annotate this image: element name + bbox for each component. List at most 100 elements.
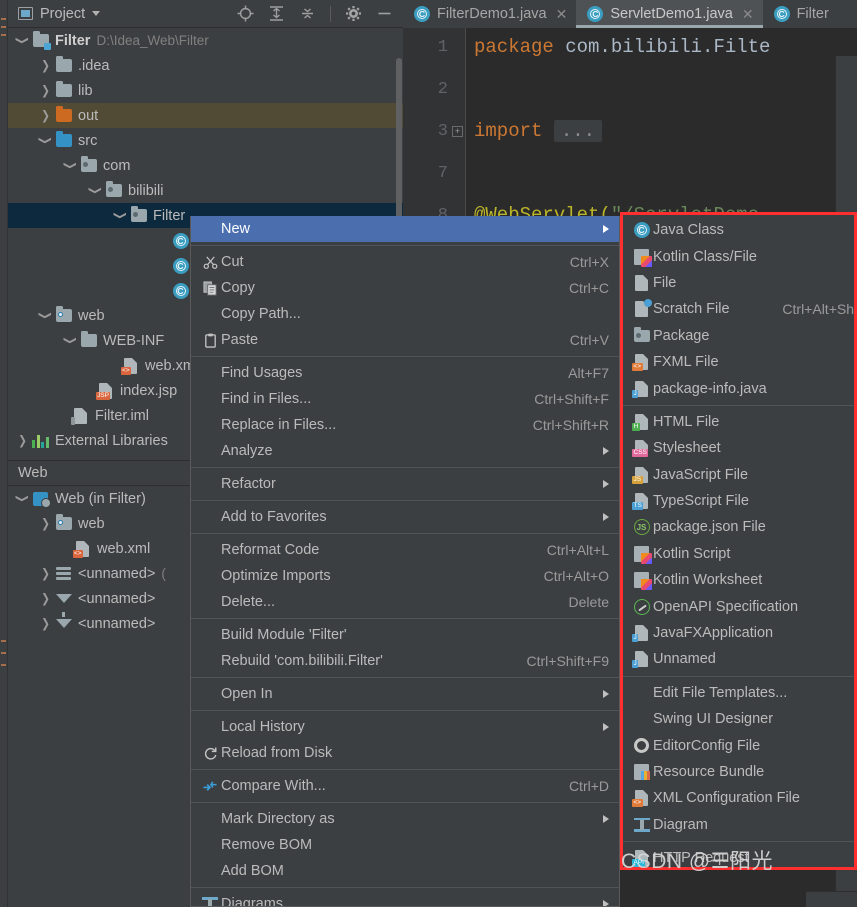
menu-item-add-to-favorites[interactable]: Add to Favorites (191, 504, 619, 530)
submenu-item-kotlin-class-file[interactable]: Kotlin Class/File (623, 243, 854, 269)
submenu-item-package-json-file[interactable]: JS package.json File (623, 514, 854, 540)
expand-arrow-icon[interactable] (37, 567, 54, 580)
submenu-item-kotlin-script[interactable]: Kotlin Script (623, 541, 854, 567)
tab-filterdemo1[interactable]: C FilterDemo1.java ✕ (403, 0, 576, 28)
submenu-item-diagram[interactable]: Diagram (623, 812, 854, 838)
expand-arrow-icon[interactable] (87, 184, 104, 197)
new-submenu[interactable]: C Java Class Kotlin Class/File File Scra… (620, 212, 857, 870)
locate-icon[interactable] (237, 5, 254, 22)
menu-item-cut[interactable]: Cut Ctrl+X (191, 249, 619, 275)
expand-arrow-icon[interactable] (37, 84, 54, 97)
submenu-item-scratch-file[interactable]: Scratch File Ctrl+Alt+Sh (623, 296, 854, 322)
menu-item-paste[interactable]: Paste Ctrl+V (191, 327, 619, 353)
close-icon[interactable]: ✕ (742, 6, 754, 23)
menu-separator (191, 533, 619, 534)
expand-arrow-icon[interactable] (37, 592, 54, 605)
expand-all-icon[interactable] (268, 5, 285, 22)
expand-arrow-icon[interactable] (14, 492, 31, 505)
expand-arrow-icon[interactable] (14, 434, 31, 447)
submenu-item-unnamed[interactable]: J Unnamed (623, 646, 854, 672)
submenu-arrow-icon (603, 480, 609, 488)
menu-item-mark-directory-as[interactable]: Mark Directory as (191, 806, 619, 832)
submenu-item-stylesheet[interactable]: CSS Stylesheet (623, 435, 854, 461)
menu-item-build-module[interactable]: Build Module 'Filter' (191, 622, 619, 648)
menu-item-refactor[interactable]: Refactor (191, 471, 619, 497)
expand-arrow-icon[interactable] (37, 517, 54, 530)
expand-arrow-icon[interactable] (37, 109, 54, 122)
menu-label: Reformat Code (221, 542, 320, 558)
diagram-icon (199, 897, 221, 906)
submenu-item-javafxapplication[interactable]: J JavaFXApplication (623, 620, 854, 646)
tree-row-out[interactable]: out (8, 103, 403, 128)
submenu-item-java-class[interactable]: C Java Class (623, 217, 854, 243)
menu-item-open-in[interactable]: Open In (191, 681, 619, 707)
submenu-item-kotlin-worksheet[interactable]: Kotlin Worksheet (623, 567, 854, 593)
chevron-down-icon[interactable] (92, 11, 101, 16)
menu-item-copy[interactable]: Copy Ctrl+C (191, 275, 619, 301)
menu-item-find-in-files[interactable]: Find in Files... Ctrl+Shift+F (191, 386, 619, 412)
submenu-label: EditorConfig File (653, 737, 761, 754)
submenu-arrow-icon (603, 690, 609, 698)
submenu-item-file[interactable]: File (623, 270, 854, 296)
menu-item-find-usages[interactable]: Find Usages Alt+F7 (191, 360, 619, 386)
tab-filter[interactable]: C Filter (763, 0, 838, 28)
submenu-item-resource-bundle[interactable]: Resource Bundle (623, 759, 854, 785)
tab-servletdemo1[interactable]: C ServletDemo1.java ✕ (576, 0, 763, 28)
submenu-item-typescript-file[interactable]: TS TypeScript File (623, 488, 854, 514)
menu-item-compare-with[interactable]: Compare With... Ctrl+D (191, 773, 619, 799)
expand-arrow-icon[interactable] (37, 309, 54, 322)
submenu-item-xml-configuration-file[interactable]: <> XML Configuration File (623, 785, 854, 811)
expand-arrow-icon[interactable] (112, 209, 129, 222)
menu-item-analyze[interactable]: Analyze (191, 438, 619, 464)
collapse-all-icon[interactable] (299, 5, 316, 22)
menu-item-optimize-imports[interactable]: Optimize Imports Ctrl+Alt+O (191, 563, 619, 589)
tree-label: <unnamed> (78, 565, 156, 582)
submenu-item-fxml-file[interactable]: <> FXML File (623, 349, 854, 375)
tree-row-src[interactable]: src (8, 128, 403, 153)
tree-row-filter-root[interactable]: Filter D:\Idea_Web\Filter (8, 28, 403, 53)
folder-grey-icon (79, 331, 98, 347)
menu-label: Rebuild 'com.bilibili.Filter' (221, 653, 383, 669)
folded-imports[interactable]: ... (553, 120, 603, 142)
menu-item-diagrams[interactable]: Diagrams (191, 891, 619, 907)
tree-label: Filter (153, 207, 186, 224)
code-fold-icon[interactable]: + (452, 126, 463, 137)
tree-row-bilibili[interactable]: bilibili (8, 178, 403, 203)
gear-icon[interactable] (345, 5, 362, 22)
menu-item-reformat-code[interactable]: Reformat Code Ctrl+Alt+L (191, 537, 619, 563)
menu-label: Diagrams (221, 896, 284, 907)
submenu-item-html-file[interactable]: H HTML File (623, 409, 854, 435)
expand-arrow-icon[interactable] (62, 159, 79, 172)
close-icon[interactable]: ✕ (556, 6, 568, 23)
editor-tabbar[interactable]: C FilterDemo1.java ✕ C ServletDemo1.java… (403, 0, 857, 28)
submenu-item-javascript-file[interactable]: JS JavaScript File (623, 462, 854, 488)
submenu-label: Kotlin Class/File (653, 248, 757, 265)
expand-arrow-icon[interactable] (37, 59, 54, 72)
submenu-item-swing-ui-designer[interactable]: Swing UI Designer (623, 706, 854, 732)
menu-item-copy-path[interactable]: Copy Path... (191, 301, 619, 327)
menu-item-new[interactable]: New (191, 216, 619, 242)
tree-row-lib[interactable]: lib (8, 78, 403, 103)
context-menu[interactable]: New Cut Ctrl+X Copy Ctrl+C Copy Path... (190, 216, 620, 907)
package-icon (129, 206, 148, 222)
project-view-selector[interactable]: Project (18, 6, 101, 22)
menu-item-delete[interactable]: Delete... Delete (191, 589, 619, 615)
menu-item-reload-from-disk[interactable]: Reload from Disk (191, 740, 619, 766)
tree-row-com[interactable]: com (8, 153, 403, 178)
menu-item-rebuild[interactable]: Rebuild 'com.bilibili.Filter' Ctrl+Shift… (191, 648, 619, 674)
expand-arrow-icon[interactable] (37, 617, 54, 630)
code-keyword: import (474, 120, 543, 142)
submenu-item-package[interactable]: Package (623, 323, 854, 349)
menu-item-local-history[interactable]: Local History (191, 714, 619, 740)
submenu-item-openapi-specification[interactable]: OpenAPI Specification (623, 593, 854, 619)
menu-item-replace-in-files[interactable]: Replace in Files... Ctrl+Shift+R (191, 412, 619, 438)
submenu-item-editorconfig-file[interactable]: EditorConfig File (623, 732, 854, 758)
minimize-icon[interactable] (376, 5, 393, 22)
expand-arrow-icon[interactable] (37, 134, 54, 147)
submenu-item-edit-file-templates[interactable]: Edit File Templates... (623, 680, 854, 706)
tree-row-idea[interactable]: .idea (8, 53, 403, 78)
submenu-item-package-info-java[interactable]: J package-info.java (623, 375, 854, 401)
line-number: 3 (437, 122, 448, 141)
expand-arrow-icon[interactable] (14, 34, 31, 47)
expand-arrow-icon[interactable] (62, 334, 79, 347)
